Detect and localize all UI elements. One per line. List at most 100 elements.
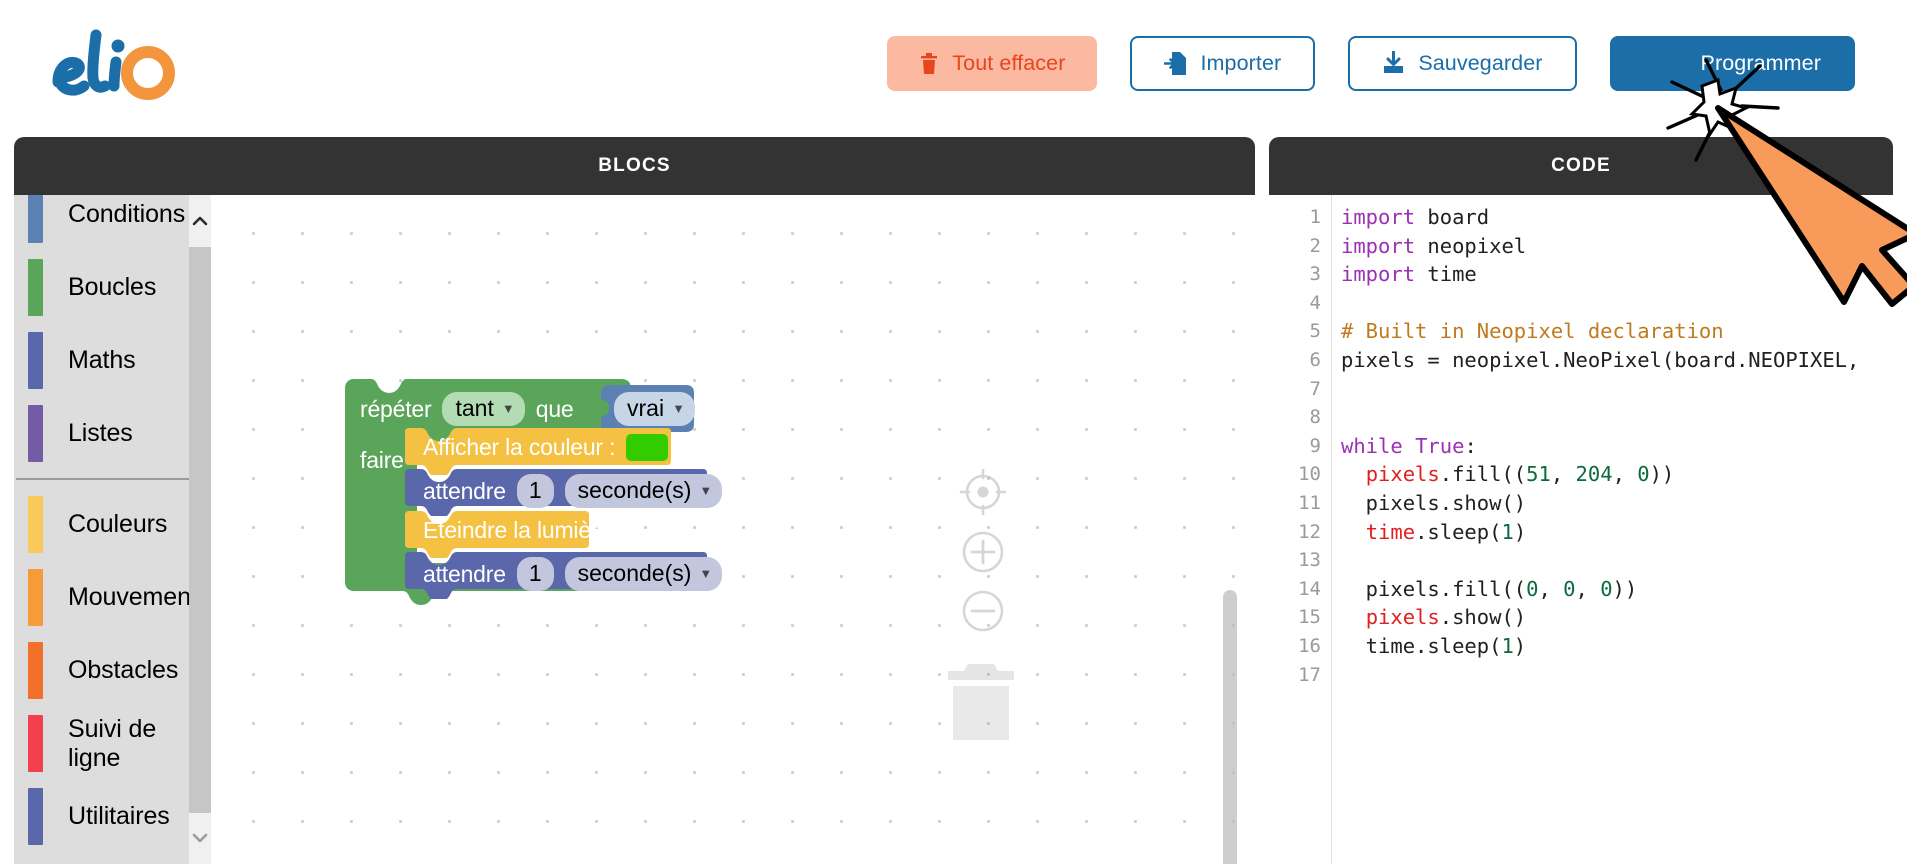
code-line: pixels.fill((0, 0, 0)) [1341, 575, 1859, 604]
import-button[interactable]: Importer [1130, 36, 1315, 91]
toolbox-separator [16, 478, 189, 480]
chevron-down-icon: ▼ [699, 483, 712, 498]
code-editor[interactable]: 1234567891011121314151617 import boardim… [1269, 195, 1907, 864]
code-line-number: 13 [1269, 546, 1321, 575]
category-color-swatch [28, 195, 43, 243]
code-line-number: 9 [1269, 432, 1321, 461]
top-toolbar: Tout effacer Importer [0, 0, 1907, 137]
wait-unit-dropdown[interactable]: seconde(s) ▼ [565, 557, 723, 591]
workspace-scrollbar[interactable] [1223, 590, 1237, 864]
code-line-number: 3 [1269, 260, 1321, 289]
clear-all-button[interactable]: Tout effacer [887, 36, 1097, 91]
zoom-in-icon[interactable] [959, 528, 1007, 581]
toolbox-item-maths[interactable]: Maths [14, 324, 189, 397]
code-line: time.sleep(1) [1341, 518, 1859, 547]
code-line-number: 6 [1269, 346, 1321, 375]
toolbox-item-label: Boucles [68, 273, 156, 302]
clear-all-label: Tout effacer [952, 51, 1065, 76]
elio-logo[interactable] [48, 18, 178, 104]
code-line-number: 16 [1269, 632, 1321, 661]
toolbox-item-label: Obstacles [68, 656, 178, 685]
category-color-swatch [28, 715, 43, 772]
wait-unit-value: seconde(s) [578, 560, 692, 587]
wait-unit-value: seconde(s) [578, 477, 692, 504]
boolean-value-dropdown[interactable]: vrai ▼ [614, 392, 695, 426]
light-off-label: Eteindre la lumière [423, 517, 611, 543]
chevron-down-icon[interactable] [189, 812, 211, 864]
code-line: pixels.show() [1341, 489, 1859, 518]
category-color-swatch [28, 496, 43, 553]
elio-logo-icon [48, 18, 178, 104]
code-panel: 1234567891011121314151617 import boardim… [1269, 195, 1907, 864]
wait-label: attendre [423, 561, 506, 588]
blocks-panel: Conditions Boucles Maths Listes C [14, 195, 1255, 864]
code-line-number: 12 [1269, 518, 1321, 547]
toolbox-scrollbar-thumb[interactable] [189, 247, 211, 813]
toolbar-actions: Tout effacer Importer [887, 36, 1855, 91]
loop-mode-dropdown[interactable]: tant ▼ [442, 392, 524, 426]
toolbox-item-listes[interactable]: Listes [14, 397, 189, 470]
logo-dot [112, 40, 125, 53]
code-line: while True: [1341, 432, 1859, 461]
wait-duration-input[interactable]: 1 [517, 557, 554, 591]
blocks-panel-header: BLOCS [14, 137, 1255, 195]
code-panel-title: CODE [1551, 155, 1611, 177]
category-color-swatch [28, 569, 43, 626]
toolbox-item-couleurs[interactable]: Couleurs [14, 488, 189, 561]
code-line: import time [1341, 260, 1859, 289]
code-line [1341, 546, 1859, 575]
center-target-icon[interactable] [959, 468, 1007, 521]
code-line: import board [1341, 203, 1859, 232]
code-line-number: 4 [1269, 289, 1321, 318]
toolbox-item-obstacles[interactable]: Obstacles [14, 634, 189, 707]
program-button[interactable]: Programmer [1610, 36, 1855, 91]
category-color-swatch [28, 642, 43, 699]
save-button[interactable]: Sauvegarder [1348, 36, 1576, 91]
code-line-number: 8 [1269, 403, 1321, 432]
code-line: # Built in Neopixel declaration [1341, 317, 1859, 346]
toolbox-item-label: Listes [68, 419, 133, 448]
code-panel-header: CODE [1269, 137, 1893, 195]
chevron-down-icon: ▼ [502, 401, 515, 416]
category-color-swatch [28, 259, 43, 316]
gutter-divider [1331, 195, 1332, 864]
toolbox-category-list[interactable]: Conditions Boucles Maths Listes C [14, 195, 211, 864]
toolbox-item-mouvements[interactable]: Mouvements [14, 561, 189, 634]
code-line [1341, 375, 1859, 404]
toolbox-item-boucles[interactable]: Boucles [14, 251, 189, 324]
code-line [1341, 289, 1859, 318]
color-swatch-field[interactable] [626, 434, 668, 461]
code-line-number: 5 [1269, 317, 1321, 346]
download-icon [1382, 51, 1405, 76]
chevron-down-icon: ▼ [699, 566, 712, 581]
toolbox-item-label: Suivi de ligne [68, 715, 189, 773]
toolbox-item-label: Conditions [68, 200, 185, 229]
wait-unit-dropdown[interactable]: seconde(s) ▼ [565, 474, 723, 508]
code-line-number: 10 [1269, 460, 1321, 489]
toolbox-item-utilitaires[interactable]: Utilitaires [14, 780, 189, 853]
category-color-swatch [28, 332, 43, 389]
trash-icon [919, 52, 939, 76]
code-line-number: 17 [1269, 661, 1321, 690]
repeat-do-word: faire [360, 447, 404, 473]
code-content: import boardimport neopixelimport time #… [1341, 203, 1859, 689]
wait-duration-value: 1 [529, 560, 542, 587]
toolbox-item-conditions[interactable]: Conditions [14, 195, 189, 251]
zoom-out-icon[interactable] [959, 587, 1007, 640]
code-line: import neopixel [1341, 232, 1859, 261]
code-line-number: 2 [1269, 232, 1321, 261]
code-line-numbers: 1234567891011121314151617 [1269, 203, 1321, 689]
boolean-value: vrai [627, 395, 664, 422]
wait-duration-input[interactable]: 1 [517, 474, 554, 508]
toolbox-item-suivi-de-ligne[interactable]: Suivi de ligne [14, 707, 189, 780]
toolbox-scrollbar[interactable] [189, 195, 211, 864]
code-line: pixels.show() [1341, 603, 1859, 632]
code-line-number: 14 [1269, 575, 1321, 604]
import-file-icon [1164, 51, 1187, 76]
wait-label: attendre [423, 478, 506, 505]
workspace-trash-icon[interactable] [944, 660, 1018, 747]
blocks-workspace[interactable]: répéter tant ▼ que faire [211, 195, 1255, 864]
code-line: pixels.fill((51, 204, 0)) [1341, 460, 1859, 489]
category-color-swatch [28, 405, 43, 462]
chevron-up-icon[interactable] [189, 195, 211, 247]
